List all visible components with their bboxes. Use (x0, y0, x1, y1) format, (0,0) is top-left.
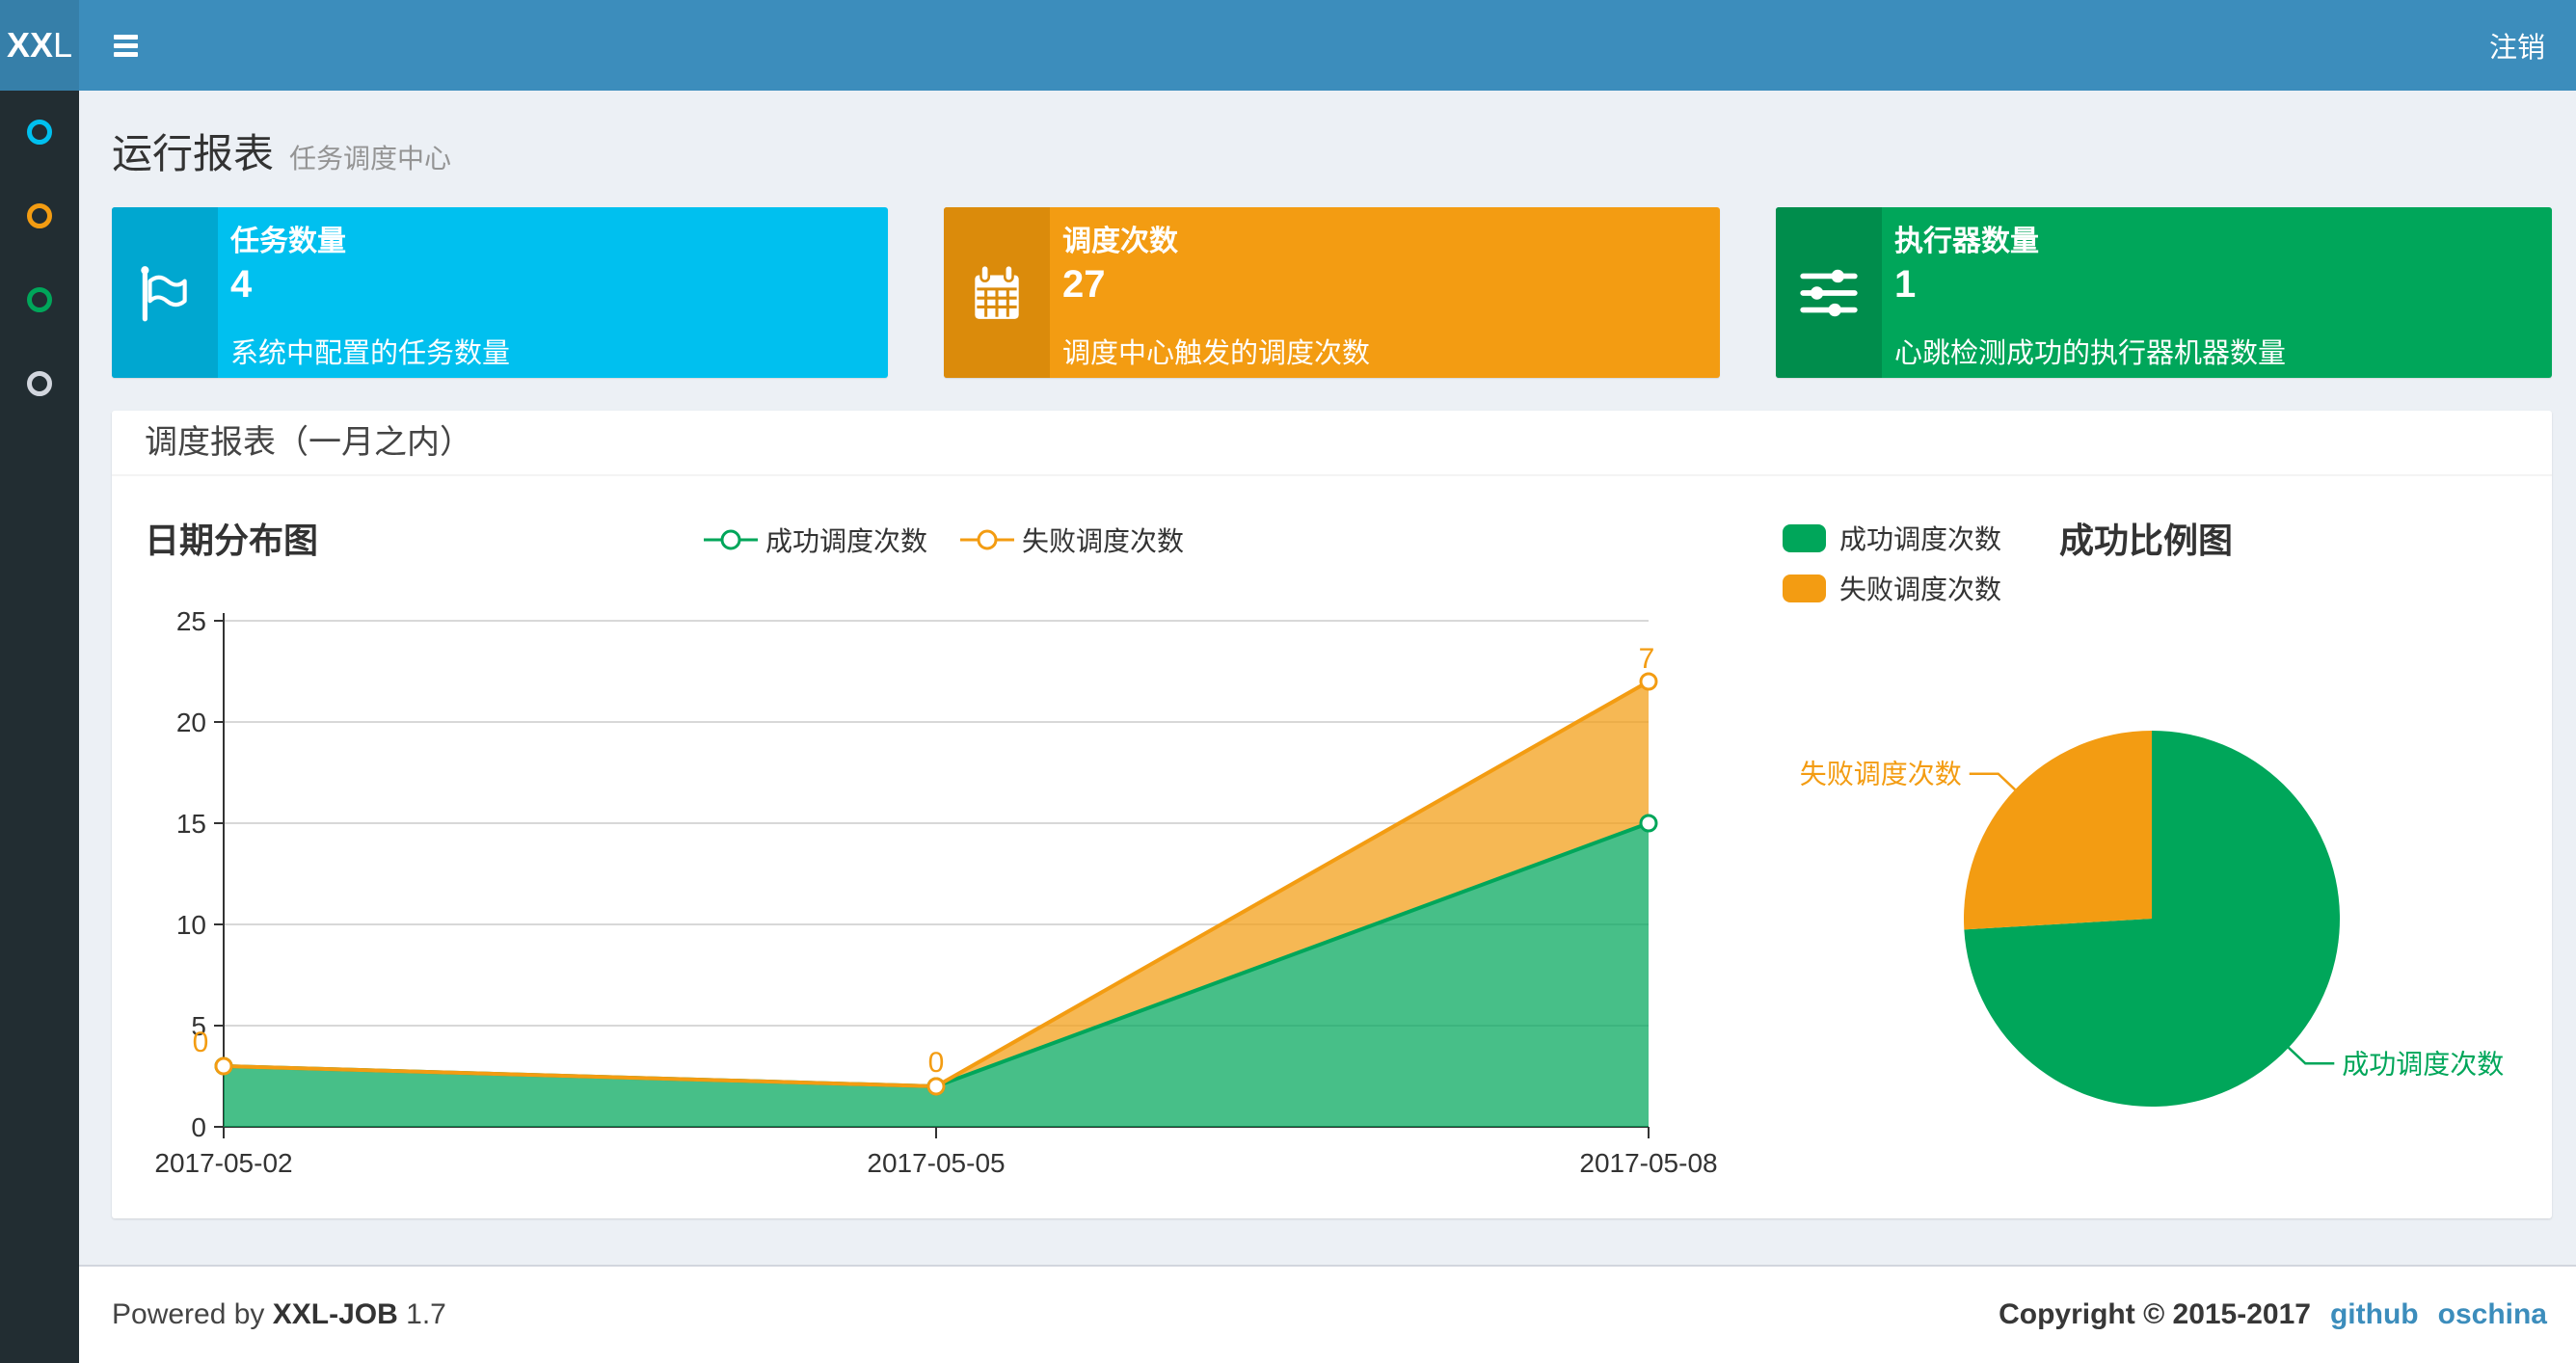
sidebar-item-help-icon[interactable] (27, 371, 52, 396)
report-panel: 调度报表（一月之内） 日期分布图 成功调度次数 失败调度次数 成功调度次数 失败… (112, 411, 2552, 1218)
brand-name: XXL-JOB (272, 1298, 398, 1330)
logo-bold-text: XX (6, 25, 53, 65)
page-footer: Powered by XXL-JOB 1.7 Copyright © 2015-… (79, 1265, 2576, 1363)
top-navbar: XX L 注销 (0, 0, 2576, 91)
sidebar-item-job-icon[interactable] (27, 203, 52, 228)
legend-label: 失败调度次数 (1839, 575, 2002, 604)
svg-text:2017-05-05: 2017-05-05 (867, 1148, 1005, 1178)
svg-text:0: 0 (193, 1027, 209, 1058)
legend-label: 失败调度次数 (1022, 526, 1185, 556)
main-content: 运行报表 任务调度中心 任务数量 4 系统中配置的任务数量 调度次数 27 调度… (79, 91, 2576, 1363)
stat-card-title: 任务数量 (230, 226, 346, 257)
legend-item-success[interactable]: 成功调度次数 (1783, 519, 2001, 557)
logout-button[interactable]: 注销 (2489, 25, 2545, 66)
panel-title: 调度报表（一月之内） (112, 411, 2552, 476)
legend-label: 成功调度次数 (765, 526, 928, 556)
panel-body: 日期分布图 成功调度次数 失败调度次数 成功调度次数 失败调度次数 成功比例图 … (112, 476, 2552, 1218)
stat-card-title: 调度次数 (1062, 226, 1178, 257)
svg-text:失败调度次数: 失败调度次数 (1800, 760, 1962, 789)
svg-text:2017-05-02: 2017-05-02 (154, 1148, 292, 1178)
svg-text:25: 25 (176, 606, 206, 636)
stat-card-description: 系统中配置的任务数量 (230, 338, 511, 369)
pie-chart-legend: 成功调度次数 失败调度次数 (1783, 519, 2001, 607)
stat-card-value: 4 (230, 263, 253, 306)
svg-text:0: 0 (928, 1047, 945, 1079)
stat-card-value: 27 (1062, 263, 1106, 306)
stat-card-description: 调度中心触发的调度次数 (1062, 338, 1371, 369)
version-number: 1.7 (406, 1298, 446, 1330)
legend-item-fail[interactable]: 失败调度次数 (960, 521, 1184, 559)
powered-by-text: Powered by (112, 1298, 265, 1330)
sidebar-item-log-icon[interactable] (27, 287, 52, 312)
copyright-text: Copyright © 2015-2017 (1999, 1298, 2311, 1330)
legend-item-success[interactable]: 成功调度次数 (704, 521, 927, 559)
flag-icon (112, 207, 218, 378)
swatch-icon (1783, 574, 1826, 602)
stat-card-title: 执行器数量 (1894, 226, 2039, 257)
date-distribution-chart: 05101520252017-05-02 2017-05-05 2017-05-08… (154, 606, 1717, 1178)
stat-card-value: 1 (1894, 263, 1917, 306)
stat-card-jobs: 任务数量 4 系统中配置的任务数量 (112, 207, 888, 378)
copyright: Copyright © 2015-2017 github oschina (1999, 1298, 2547, 1331)
oschina-link[interactable]: oschina (2438, 1298, 2547, 1331)
stat-card-executors: 执行器数量 1 心跳检测成功的执行器机器数量 (1776, 207, 2552, 378)
calendar-icon (944, 207, 1050, 378)
powered-by: Powered by XXL-JOB 1.7 (112, 1298, 446, 1331)
sidebar-item-dashboard-icon[interactable] (27, 120, 52, 145)
logo-light-text: L (53, 25, 73, 65)
svg-text:2017-05-08: 2017-05-08 (1579, 1148, 1717, 1178)
stat-card-description: 心跳检测成功的执行器机器数量 (1894, 338, 2287, 369)
svg-text:7: 7 (1639, 643, 1655, 675)
app-logo[interactable]: XX L (0, 0, 79, 91)
svg-text:10: 10 (176, 910, 206, 940)
legend-label: 成功调度次数 (1839, 524, 2002, 554)
legend-item-fail[interactable]: 失败调度次数 (1783, 569, 2001, 607)
line-series-icon (960, 529, 1015, 550)
svg-text:20: 20 (176, 708, 206, 737)
svg-text:15: 15 (176, 809, 206, 839)
content-header: 运行报表 任务调度中心 (79, 91, 2576, 207)
page-subtitle: 任务调度中心 (289, 144, 452, 174)
stat-card-triggers: 调度次数 27 调度中心触发的调度次数 (944, 207, 1720, 378)
github-link[interactable]: github (2330, 1298, 2419, 1331)
page-title: 运行报表 (112, 131, 275, 176)
pie-chart-title: 成功比例图 (2059, 521, 2234, 560)
line-chart-title: 日期分布图 (145, 521, 319, 560)
svg-text:成功调度次数: 成功调度次数 (2342, 1049, 2504, 1079)
swatch-icon (1783, 523, 1826, 552)
line-series-icon (704, 529, 758, 550)
svg-text:0: 0 (191, 1112, 206, 1142)
menu-icon[interactable] (114, 34, 138, 57)
sidebar (0, 91, 79, 1363)
stat-cards-row: 任务数量 4 系统中配置的任务数量 调度次数 27 调度中心触发的调度次数 执行… (79, 207, 2576, 378)
line-chart-legend: 成功调度次数 失败调度次数 (704, 521, 1184, 559)
success-ratio-pie-chart: 成功调度次数 失败调度次数 (1800, 731, 2504, 1107)
sliders-icon (1776, 207, 1882, 378)
